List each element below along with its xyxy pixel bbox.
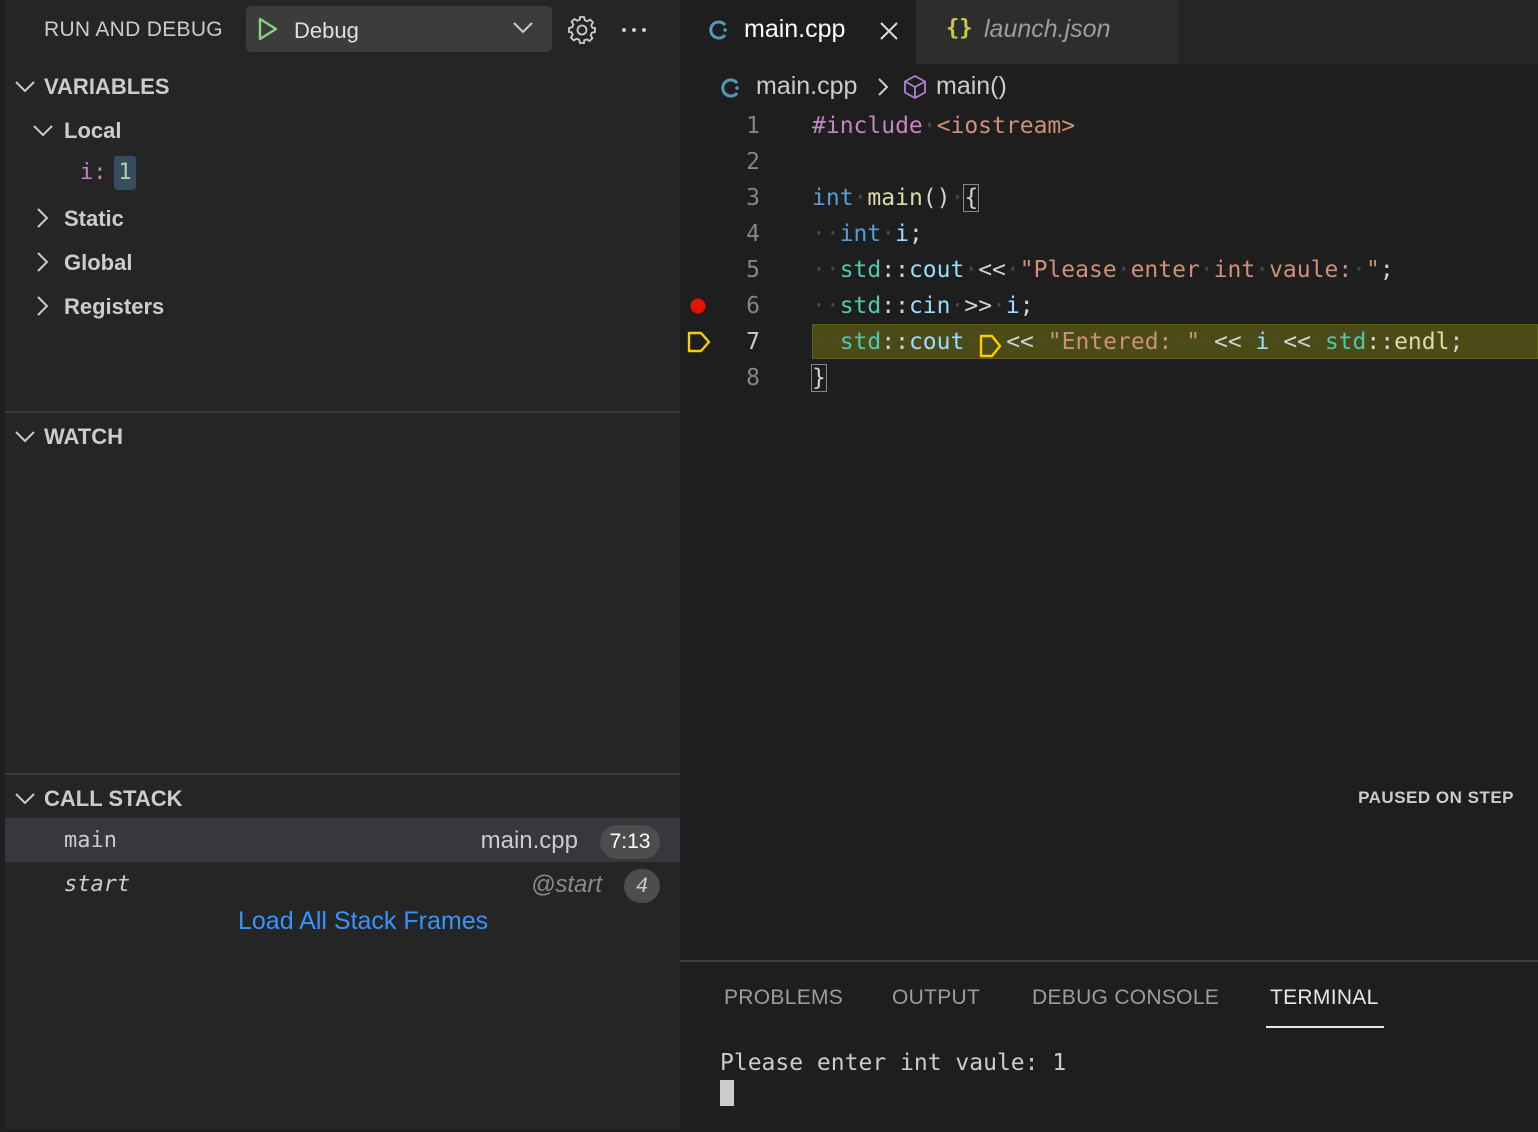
line-number: 4: [746, 221, 760, 247]
cpp-file-icon: [720, 76, 744, 107]
chevron-down-icon[interactable]: [14, 790, 36, 813]
watch-section-header[interactable]: WATCH: [44, 424, 123, 450]
panel-tab-debug-console[interactable]: DEBUG CONSOLE: [1032, 986, 1219, 1010]
line-number: 5: [746, 257, 760, 283]
start-debugging-icon[interactable]: [256, 16, 280, 47]
code-line: ··std::cin·>>·i;: [812, 293, 1034, 319]
symbol-method-icon: [902, 74, 928, 107]
breadcrumb-symbol[interactable]: main(): [936, 72, 1007, 101]
active-tab-indicator: [1266, 1026, 1384, 1028]
chevron-down-icon: [512, 20, 534, 41]
json-file-icon: {}: [946, 16, 973, 41]
tab-launch-json[interactable]: {} launch.json: [916, 0, 1178, 64]
stack-frame-position-badge: 4: [624, 869, 660, 903]
section-divider: [5, 411, 680, 413]
load-all-stack-frames-link[interactable]: Load All Stack Frames: [238, 907, 488, 936]
scope-local[interactable]: Local: [64, 118, 121, 144]
run-and-debug-title: RUN AND DEBUG: [44, 18, 223, 41]
panel-tab-problems[interactable]: PROBLEMS: [724, 986, 843, 1010]
code-line: ··std::cout·<<·"Please·enter·int·vaule:·…: [812, 257, 1394, 283]
panel-tab-terminal[interactable]: TERMINAL: [1270, 986, 1379, 1010]
variable-name[interactable]: i:: [80, 160, 107, 185]
stack-frame-name: start: [64, 872, 131, 897]
stack-frame-file: main.cpp: [480, 827, 578, 854]
code-line-current: ··std::cout· <<·"Entered:·"·<<·i·<<·std::…: [812, 329, 1464, 357]
activity-edge: [0, 0, 5, 1130]
tab-main-cpp[interactable]: main.cpp: [680, 0, 916, 64]
code-line: }: [811, 364, 827, 392]
chevron-down-icon[interactable]: [14, 428, 36, 451]
line-number: 1: [746, 113, 760, 139]
scope-registers[interactable]: Registers: [64, 294, 164, 320]
line-number: 8: [746, 365, 760, 391]
panel-tab-output[interactable]: OUTPUT: [892, 986, 980, 1010]
gear-icon[interactable]: [566, 14, 598, 51]
more-actions-icon[interactable]: [618, 14, 652, 42]
chevron-right-icon: [876, 76, 890, 105]
section-divider: [5, 773, 680, 775]
line-number: 3: [746, 185, 760, 211]
scope-global[interactable]: Global: [64, 250, 132, 276]
debug-stackframe-pointer-icon: [686, 329, 712, 360]
terminal-output[interactable]: Please enter int vaule: 1: [720, 1050, 1066, 1076]
terminal-cursor: [720, 1080, 734, 1106]
code-line: ··int·i;: [812, 221, 923, 247]
code-line: #include·<iostream>: [812, 113, 1076, 139]
breadcrumb-file[interactable]: main.cpp: [756, 72, 857, 101]
chevron-right-icon[interactable]: [34, 251, 50, 278]
code-line: int·main()·{: [812, 184, 980, 212]
debug-status-label: PAUSED ON STEP: [1358, 788, 1514, 807]
stack-frame-position-badge: 7:13: [600, 825, 660, 859]
variable-value[interactable]: 1: [114, 156, 136, 190]
stack-frame-file: @start: [530, 871, 602, 898]
close-icon[interactable]: [878, 20, 900, 47]
stack-frame-name: main: [64, 828, 117, 853]
launch-config-label: Debug: [294, 18, 359, 43]
line-number: 2: [746, 149, 760, 175]
chevron-down-icon[interactable]: [32, 122, 54, 145]
chevron-right-icon[interactable]: [34, 295, 50, 322]
cpp-file-icon: [708, 18, 732, 47]
chevron-right-icon[interactable]: [34, 207, 50, 234]
scope-static[interactable]: Static: [64, 206, 124, 232]
call-stack-section-header[interactable]: CALL STACK: [44, 786, 183, 812]
chevron-down-icon[interactable]: [14, 78, 36, 101]
breakpoint-icon[interactable]: [690, 298, 706, 319]
tab-label: main.cpp: [744, 15, 846, 43]
inline-debug-pointer-icon: [978, 333, 1006, 357]
launch-config-dropdown[interactable]: Debug: [246, 6, 552, 52]
tab-label: launch.json: [984, 15, 1111, 43]
variables-section-header[interactable]: VARIABLES: [44, 74, 170, 100]
